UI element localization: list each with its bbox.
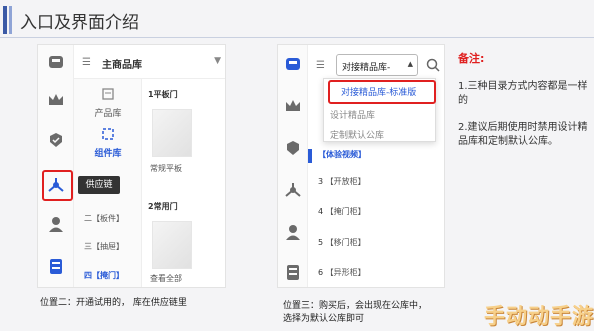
search-icon[interactable]	[426, 58, 440, 72]
subcategory-board[interactable]: 二【板件】	[84, 213, 124, 224]
subcategory-drawer[interactable]: 三【抽屉】	[84, 241, 124, 252]
dropdown-option-standard[interactable]: 对接精品库-标准版	[341, 85, 416, 98]
active-tab-indicator	[308, 149, 312, 163]
page-title: 入口及界面介绍	[20, 13, 139, 33]
library-panel-supply-chain: 供应链 ☰ 主商品库 ▼ 产品库 组件库 二【板件】 三【抽屉】 四【掩门】 1…	[37, 44, 226, 288]
list-icon[interactable]: ☰	[316, 60, 325, 71]
list-icon[interactable]: ☰	[82, 57, 91, 68]
item-label: 【移门柜】	[325, 238, 366, 247]
item-number: 6	[318, 268, 324, 277]
badge-icon[interactable]	[284, 139, 302, 157]
product-label[interactable]: 常规平板	[150, 163, 182, 174]
product-thumbnail[interactable]	[152, 109, 192, 157]
library-title: 主商品库	[102, 60, 142, 71]
list-item[interactable]: 5 【移门柜】	[318, 237, 366, 248]
item-number: 5	[318, 238, 324, 247]
item-label: 【掩门柜】	[325, 207, 366, 216]
library-header: ☰ 主商品库 ▼	[74, 45, 225, 79]
cabinet-icon[interactable]	[47, 257, 65, 275]
note-line: 1.三种目录方式内容都是一样的	[458, 81, 588, 106]
notes-title: 备注:	[458, 52, 485, 65]
left-nav-rail	[38, 45, 74, 287]
item-label: 【异形柜】	[325, 268, 366, 277]
home-icon[interactable]	[47, 53, 65, 71]
user-icon[interactable]	[47, 215, 65, 233]
header-accent-bar-light	[9, 6, 12, 34]
cabinet-icon[interactable]	[284, 263, 302, 281]
product-thumbnail[interactable]	[152, 221, 192, 269]
list-item[interactable]: 3 【开放柜】	[318, 176, 366, 187]
group-heading: 2常用门	[148, 202, 178, 211]
user-icon[interactable]	[284, 223, 302, 241]
product-column: 1平板门 常规平板 2常用门 查看全部	[142, 79, 225, 287]
badge-icon[interactable]	[47, 131, 65, 149]
product-library-icon	[102, 88, 114, 100]
dropdown-option-default[interactable]: 定制默认公库	[330, 128, 384, 141]
library-select[interactable]: 对接精品库- ▲	[336, 54, 418, 76]
caret-up-icon: ▲	[407, 60, 413, 68]
list-item[interactable]: 【体验视频】	[318, 149, 366, 160]
slide-header: 入口及界面介绍	[0, 0, 594, 40]
supply-chain-tooltip: 供应链	[78, 176, 120, 194]
library-select-value: 对接精品库-	[342, 63, 391, 73]
group-heading: 1平板门	[148, 90, 178, 99]
header-divider	[0, 37, 594, 38]
home-icon[interactable]	[284, 55, 302, 73]
chevron-down-icon[interactable]: ▼	[214, 56, 221, 66]
subcategory-door[interactable]: 四【掩门】	[84, 270, 124, 281]
component-library-icon	[102, 128, 114, 140]
item-number: 4	[318, 207, 324, 216]
list-item[interactable]: 4 【掩门柜】	[318, 206, 366, 217]
caption-position-three-line2: 选择为默认公库即可	[283, 314, 365, 324]
category-product-library[interactable]: 产品库	[74, 106, 142, 119]
list-item[interactable]: 6 【异形柜】	[318, 267, 366, 278]
item-label: 【开放柜】	[325, 177, 366, 186]
supply-chain-icon[interactable]	[284, 181, 302, 199]
crown-icon[interactable]	[47, 91, 65, 109]
view-all-link[interactable]: 查看全部	[150, 273, 182, 284]
left-nav-rail	[278, 45, 308, 287]
caption-position-three-line1: 位置三：购买后，会出现在公库中，	[283, 301, 428, 311]
item-number: 3	[318, 177, 324, 186]
header-accent-bar	[3, 6, 7, 34]
caption-position-two: 位置二：开通试用的， 库在供应链里	[40, 298, 187, 308]
site-watermark: 手动动手游	[484, 304, 594, 328]
note-line: 2.建议后期使用时禁用设计精品库和定制默认公库。	[458, 122, 588, 147]
crown-icon[interactable]	[284, 97, 302, 115]
category-component-library[interactable]: 组件库	[74, 146, 142, 159]
supply-chain-icon[interactable]	[47, 176, 65, 194]
dropdown-option-design[interactable]: 设计精品库	[330, 108, 375, 121]
